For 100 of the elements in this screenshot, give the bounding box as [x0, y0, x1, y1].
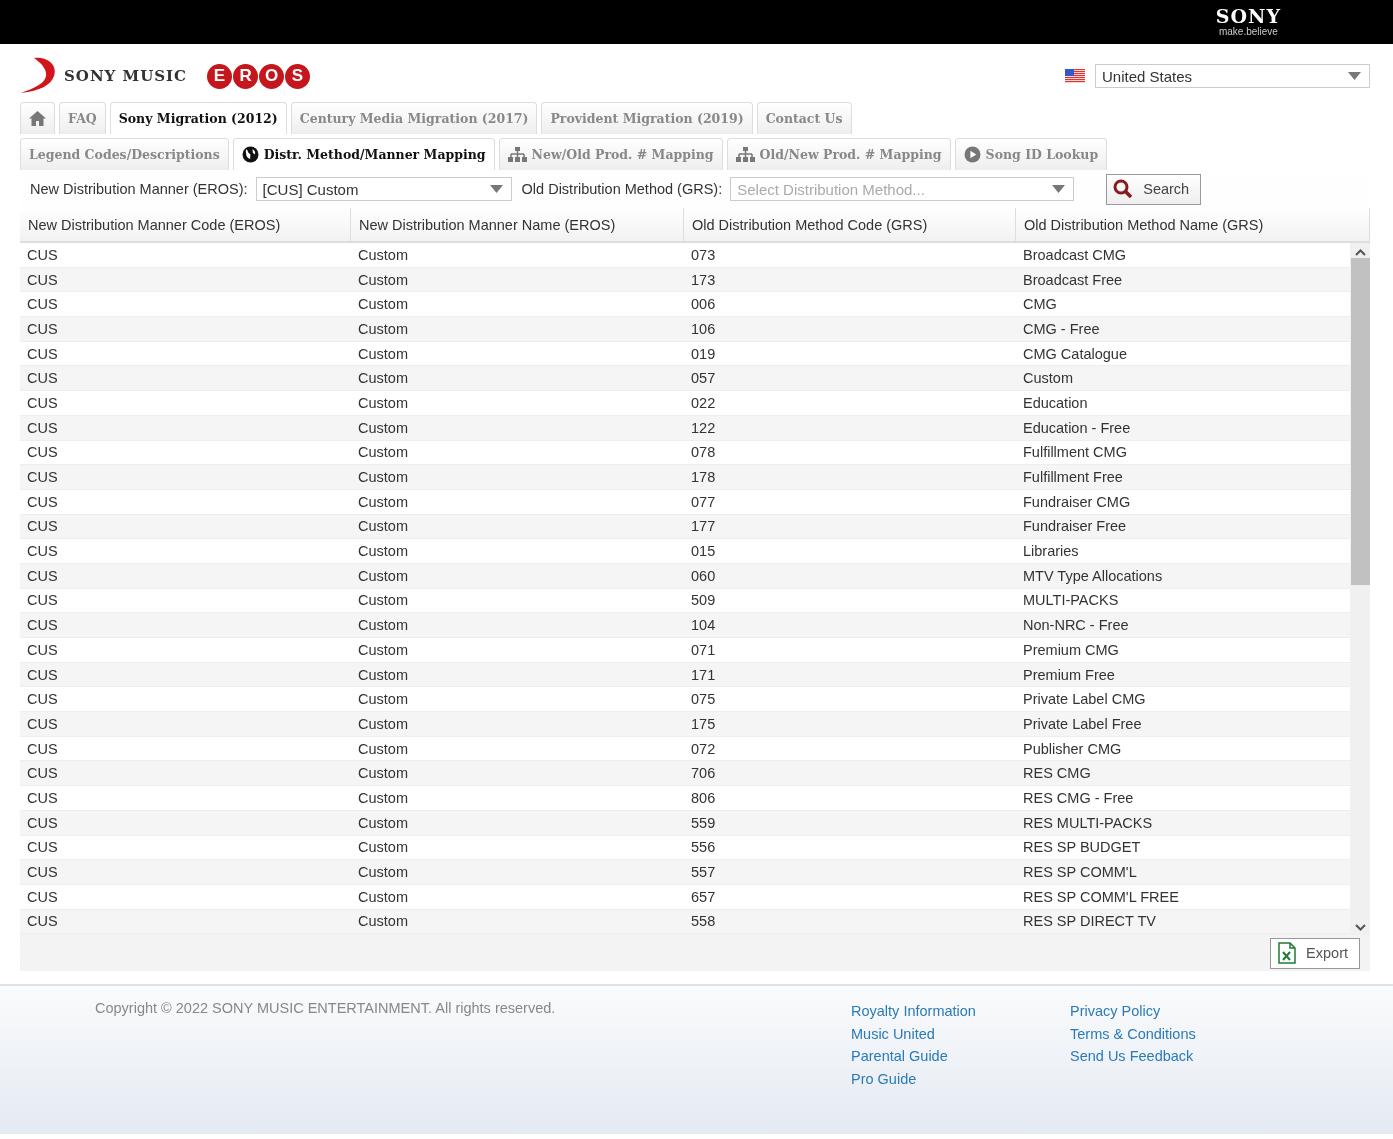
sub-tab[interactable]: Song ID Lookup [954, 138, 1108, 170]
footer-link[interactable]: Pro Guide [851, 1067, 1070, 1090]
table-cell: Custom [358, 789, 408, 806]
table-cell: CUS [27, 864, 58, 881]
footer-link[interactable]: Send Us Feedback [1070, 1045, 1289, 1068]
search-button[interactable]: Search [1106, 173, 1202, 205]
table-cell: Fundraiser CMG [1023, 493, 1131, 510]
music-swoosh-icon [20, 57, 58, 95]
scroll-up-icon [1354, 249, 1366, 256]
table-cell: Custom [358, 493, 408, 510]
distribution-manner-select[interactable]: [CUS] Custom [255, 177, 512, 201]
footer-link[interactable]: Privacy Policy [1070, 1000, 1289, 1023]
table-cell: 559 [691, 814, 716, 831]
sitemap-icon [735, 146, 755, 163]
export-button[interactable]: Export [1270, 937, 1360, 969]
table-cell: Custom [358, 271, 408, 288]
table-cell: Custom [358, 370, 408, 387]
flag-icon [1065, 69, 1085, 83]
table-cell: CUS [27, 518, 58, 535]
table-cell: 706 [691, 765, 716, 782]
table-cell: 006 [691, 296, 716, 313]
distribution-method-select[interactable]: Select Distribution Method... [730, 177, 1075, 201]
nav-tab[interactable]: Provident Migration (2019) [541, 102, 753, 134]
table-cell: CUS [27, 543, 58, 560]
column-header[interactable]: Old Distribution Method Code (GRS) [684, 208, 1016, 241]
table-cell: CMG Catalogue [1023, 345, 1127, 362]
dropdown-caret-icon [489, 185, 503, 193]
sub-tab[interactable]: Distr. Method/Manner Mapping [232, 138, 495, 170]
home-icon [29, 111, 46, 126]
table-cell: Custom [358, 913, 408, 930]
eros-logo: E R O S [207, 63, 310, 89]
sub-tab[interactable]: Old/New Prod. # Mapping [726, 138, 951, 170]
table-cell: 106 [691, 320, 716, 337]
table-cell: CUS [27, 567, 58, 584]
play-icon [963, 146, 981, 163]
sub-tab[interactable]: Legend Codes/Descriptions [20, 138, 229, 170]
home-tab[interactable] [20, 102, 55, 134]
table-cell: Premium Free [1023, 666, 1115, 683]
column-header[interactable]: New Distribution Manner Name (EROS) [351, 208, 684, 241]
table-cell: 077 [691, 493, 716, 510]
footer-link[interactable]: Terms & Conditions [1070, 1022, 1289, 1045]
nav-tab[interactable]: FAQ [59, 102, 106, 134]
nav-tab[interactable]: Century Media Migration (2017) [290, 102, 538, 134]
table-cell: 177 [691, 518, 716, 535]
footer-link[interactable]: Music United [851, 1022, 1070, 1045]
table-cell: 806 [691, 789, 716, 806]
table-cell: 173 [691, 271, 716, 288]
table-cell: 104 [691, 617, 716, 634]
scrollbar[interactable] [1350, 243, 1370, 935]
country-select[interactable]: United States [1095, 64, 1370, 88]
table-cell: CUS [27, 394, 58, 411]
table-cell: Custom [358, 617, 408, 634]
table-cell: CUS [27, 888, 58, 905]
table-cell: Broadcast Free [1023, 271, 1123, 288]
table-cell: Custom [358, 864, 408, 881]
table-cell: Custom [358, 444, 408, 461]
table-cell: CUS [27, 493, 58, 510]
column-header[interactable]: Old Distribution Method Name (GRS) [1016, 208, 1370, 241]
table-cell: CUS [27, 814, 58, 831]
table-cell: 060 [691, 567, 716, 584]
table-cell: CUS [27, 617, 58, 634]
dropdown-caret-icon [1348, 72, 1361, 80]
footer-link[interactable]: Parental Guide [851, 1045, 1070, 1068]
tagline: make.believe [1218, 26, 1278, 38]
table-cell: 171 [691, 666, 716, 683]
column-header[interactable]: New Distribution Manner Code (EROS) [20, 208, 351, 241]
table-cell: RES CMG [1023, 765, 1091, 782]
search-icon [1113, 179, 1134, 199]
table-cell: CUS [27, 666, 58, 683]
table-cell: Non-NRC - Free [1023, 617, 1129, 634]
table-cell: Custom [358, 814, 408, 831]
table-cell: 556 [691, 839, 716, 856]
company-logo-text: SONY MUSIC [64, 67, 187, 85]
table-cell: CMG - Free [1023, 320, 1100, 337]
table-cell: Fundraiser Free [1023, 518, 1127, 535]
table-cell: Publisher CMG [1023, 740, 1122, 757]
table-cell: 075 [691, 691, 716, 708]
table-cell: Broadcast CMG [1023, 246, 1127, 263]
filter-label: New Distribution Manner (EROS): [30, 181, 248, 197]
table-cell: CUS [27, 715, 58, 732]
table-cell: CUS [27, 691, 58, 708]
table-cell: CUS [27, 271, 58, 288]
table-cell: Custom [1023, 370, 1073, 387]
table-cell: Private Label Free [1023, 715, 1142, 732]
table-cell: Private Label CMG [1023, 691, 1146, 708]
table-cell: Custom [358, 345, 408, 362]
sub-tab[interactable]: New/Old Prod. # Mapping [498, 138, 723, 170]
table-cell: 657 [691, 888, 716, 905]
footer-link[interactable]: Royalty Information [851, 1000, 1070, 1023]
nav-tab[interactable]: Contact Us [756, 102, 852, 134]
sony-logo: SONY [1215, 6, 1281, 26]
globe-icon [241, 146, 259, 163]
nav-tab[interactable]: Sony Migration (2012) [109, 102, 287, 134]
table-cell: CUS [27, 370, 58, 387]
table-cell: CMG [1023, 296, 1057, 313]
table-cell: CUS [27, 320, 58, 337]
table-cell: RES SP COMM'L FREE [1023, 888, 1179, 905]
table-cell: 019 [691, 345, 716, 362]
table-cell: Custom [358, 641, 408, 658]
table-cell: Custom [358, 592, 408, 609]
